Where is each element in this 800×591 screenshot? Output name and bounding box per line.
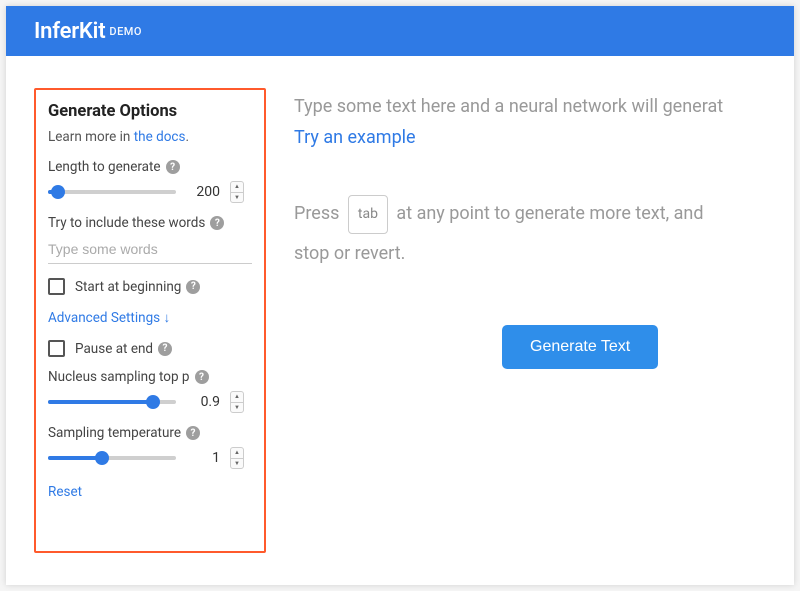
nucleus-value: 0.9 [186,394,220,410]
start-at-beginning-label: Start at beginning ? [75,279,200,295]
include-words-input[interactable] [48,237,252,264]
advanced-settings-toggle[interactable]: Advanced Settings ↓ [48,310,170,326]
length-slider-thumb[interactable] [51,185,65,199]
chevron-down-icon[interactable]: ▼ [231,403,243,413]
chevron-down-icon[interactable]: ▼ [231,193,243,203]
nucleus-slider[interactable] [48,400,176,404]
help-icon[interactable]: ? [195,370,209,384]
editor-area: Type some text here and a neural network… [294,88,794,553]
temperature-slider-thumb[interactable] [95,451,109,465]
learn-more-line: Learn more in the docs. [48,129,252,145]
generate-text-button[interactable]: Generate Text [502,325,658,369]
nucleus-stepper[interactable]: ▲ ▼ [230,391,244,413]
pause-at-end-checkbox[interactable] [48,340,65,357]
start-at-beginning-checkbox[interactable] [48,278,65,295]
temperature-stepper[interactable]: ▲ ▼ [230,447,244,469]
instruction-text: Press tab at any point to generate more … [294,194,794,273]
generate-options-panel: Generate Options Learn more in the docs.… [34,88,266,553]
length-label: Length to generate ? [48,159,252,175]
editor-placeholder[interactable]: Type some text here and a neural network… [294,96,794,117]
chevron-up-icon[interactable]: ▲ [231,182,243,193]
chevron-up-icon[interactable]: ▲ [231,448,243,459]
pause-at-end-label: Pause at end ? [75,341,172,357]
include-words-label: Try to include these words ? [48,215,252,231]
temperature-slider[interactable] [48,456,176,460]
chevron-up-icon[interactable]: ▲ [231,392,243,403]
chevron-down-icon[interactable]: ▼ [231,459,243,469]
app-header: InferKit DEMO [6,6,794,56]
try-example-link[interactable]: Try an example [294,127,416,148]
help-icon[interactable]: ? [186,280,200,294]
docs-link[interactable]: the docs [134,129,186,145]
tab-key-badge: tab [348,195,388,234]
help-icon[interactable]: ? [166,160,180,174]
nucleus-label: Nucleus sampling top p ? [48,369,252,385]
logo-brand: InferKit [34,19,105,44]
nucleus-slider-thumb[interactable] [146,395,160,409]
length-slider[interactable] [48,190,176,194]
logo-suffix: DEMO [109,25,142,38]
temperature-label: Sampling temperature ? [48,425,252,441]
options-title: Generate Options [48,102,252,121]
help-icon[interactable]: ? [186,426,200,440]
help-icon[interactable]: ? [210,216,224,230]
length-stepper[interactable]: ▲ ▼ [230,181,244,203]
help-icon[interactable]: ? [158,342,172,356]
length-value: 200 [186,184,220,200]
temperature-value: 1 [186,450,220,466]
reset-link[interactable]: Reset [48,484,82,500]
